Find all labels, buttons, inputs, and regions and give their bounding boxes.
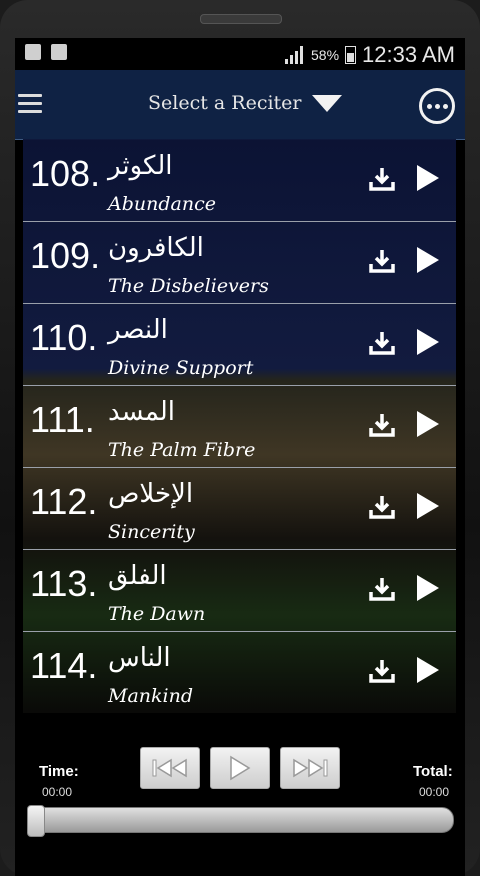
surah-english-name: The Dawn bbox=[108, 603, 206, 625]
play-icon[interactable] bbox=[415, 327, 441, 357]
surah-arabic-name: الكوثر bbox=[108, 151, 173, 181]
surah-row[interactable]: 108. الكوثر Abundance bbox=[23, 139, 456, 222]
play-icon[interactable] bbox=[415, 655, 441, 685]
surah-number: 109. bbox=[30, 235, 101, 276]
surah-english-name: The Palm Fibre bbox=[108, 439, 256, 461]
download-icon[interactable] bbox=[368, 329, 396, 357]
seek-bar[interactable] bbox=[27, 805, 454, 837]
surah-row[interactable]: 109. الكافرون The Disbelievers bbox=[23, 221, 456, 304]
download-icon[interactable] bbox=[368, 493, 396, 521]
sim-icon bbox=[25, 44, 41, 60]
surah-arabic-name: المسد bbox=[108, 397, 176, 427]
seek-thumb[interactable] bbox=[27, 805, 45, 837]
surah-arabic-name: الإخلاص bbox=[108, 479, 194, 509]
battery-icon bbox=[345, 46, 357, 64]
surah-row[interactable]: 114. الناس Mankind bbox=[23, 631, 456, 713]
reciter-selector-label: Select a Reciter bbox=[148, 92, 302, 114]
total-value: 00:00 bbox=[419, 785, 450, 799]
download-icon[interactable] bbox=[368, 575, 396, 603]
device-frame: 58% 12:33 AM Select a Reciter 108. الكوث… bbox=[0, 0, 480, 876]
next-button[interactable] bbox=[280, 747, 340, 789]
previous-button[interactable] bbox=[140, 747, 200, 789]
surah-arabic-name: الفلق bbox=[108, 561, 167, 591]
app-screen: 58% 12:33 AM Select a Reciter 108. الكوث… bbox=[15, 38, 465, 876]
skip-previous-icon bbox=[152, 758, 187, 778]
surah-english-name: Mankind bbox=[108, 685, 194, 707]
total-label: Total: bbox=[413, 763, 453, 780]
surah-list[interactable]: 108. الكوثر Abundance 109. الكافرون The … bbox=[23, 139, 456, 713]
download-icon[interactable] bbox=[368, 165, 396, 193]
surah-english-name: The Disbelievers bbox=[108, 275, 269, 297]
play-icon[interactable] bbox=[415, 409, 441, 439]
surah-number: 112. bbox=[30, 481, 98, 522]
surah-number: 114. bbox=[30, 645, 98, 686]
play-icon[interactable] bbox=[415, 573, 441, 603]
reciter-selector[interactable]: Select a Reciter bbox=[148, 92, 342, 114]
chevron-down-icon bbox=[311, 94, 342, 112]
play-icon bbox=[230, 755, 251, 781]
time-label: Time: bbox=[39, 763, 79, 780]
surah-number: 110. bbox=[30, 317, 98, 358]
clock: 12:33 AM bbox=[362, 42, 455, 67]
menu-icon[interactable] bbox=[18, 94, 42, 114]
surah-row[interactable]: 111. المسد The Palm Fibre bbox=[23, 385, 456, 468]
surah-row[interactable]: 113. الفلق The Dawn bbox=[23, 549, 456, 632]
speaker-grille bbox=[200, 14, 282, 24]
more-options-icon[interactable] bbox=[419, 88, 455, 124]
audio-player: Time: 00:00 Total: 00:00 bbox=[15, 743, 465, 876]
app-header: Select a Reciter bbox=[15, 70, 465, 140]
notification-icon bbox=[51, 44, 67, 60]
surah-row[interactable]: 112. الإخلاص Sincerity bbox=[23, 467, 456, 550]
play-pause-button[interactable] bbox=[210, 747, 270, 789]
surah-arabic-name: الكافرون bbox=[108, 233, 204, 263]
signal-icon bbox=[285, 46, 305, 64]
download-icon[interactable] bbox=[368, 411, 396, 439]
surah-english-name: Abundance bbox=[108, 193, 216, 215]
battery-percent: 58% bbox=[311, 47, 340, 63]
skip-next-icon bbox=[293, 758, 328, 778]
surah-number: 111. bbox=[30, 399, 95, 440]
surah-number: 108. bbox=[30, 153, 101, 194]
surah-english-name: Sincerity bbox=[108, 521, 195, 543]
surah-arabic-name: الناس bbox=[108, 643, 171, 673]
surah-number: 113. bbox=[30, 563, 98, 604]
status-bar: 58% 12:33 AM bbox=[15, 38, 465, 70]
time-value: 00:00 bbox=[42, 785, 73, 799]
play-icon[interactable] bbox=[415, 491, 441, 521]
surah-english-name: Divine Support bbox=[108, 357, 254, 379]
play-icon[interactable] bbox=[415, 245, 441, 275]
surah-row[interactable]: 110. النصر Divine Support bbox=[23, 303, 456, 386]
download-icon[interactable] bbox=[368, 247, 396, 275]
download-icon[interactable] bbox=[368, 657, 396, 685]
play-icon[interactable] bbox=[415, 163, 441, 193]
surah-arabic-name: النصر bbox=[108, 315, 168, 345]
